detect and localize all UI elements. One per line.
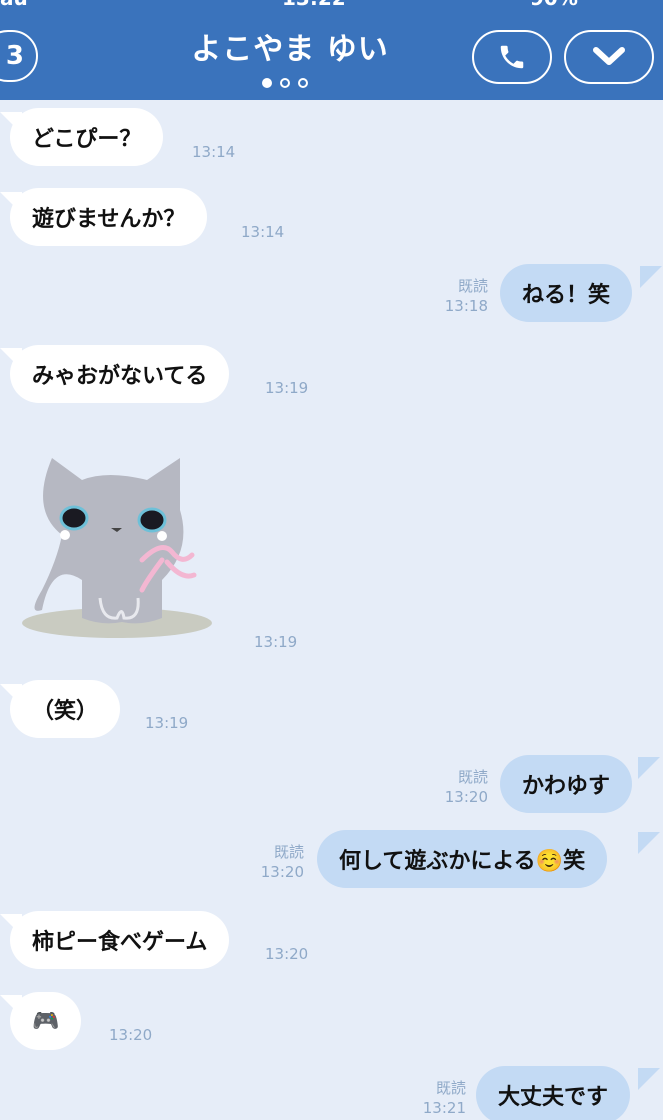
chat-header: au 13:22 90% 3 よこやま ゆい (0, 0, 663, 100)
chevron-down-icon (593, 47, 625, 65)
read-receipt: 既読 (435, 1079, 466, 1097)
message-time: 13:20 (265, 945, 309, 963)
incoming-message[interactable]: 遊びませんか？ (10, 188, 208, 246)
bubble-tail (640, 266, 662, 288)
status-time: 13:22 (282, 0, 346, 10)
battery-percent: 90% (530, 0, 578, 10)
read-receipt: 既読 (273, 843, 304, 861)
message-time: 13:19 (145, 714, 189, 732)
message-time: 13:20 (109, 1026, 153, 1044)
outgoing-message[interactable]: 何して遊ぶかによる☺️笑 (317, 830, 608, 888)
page-dot-active (262, 78, 272, 88)
bubble-tail (638, 832, 660, 854)
bubble-tail (638, 1068, 660, 1090)
bubble-tail (638, 757, 660, 779)
message-meta: 既読 13:18 (440, 276, 488, 316)
incoming-message[interactable]: 柿ピー食べゲーム (10, 911, 230, 969)
message-time: 13:19 (265, 379, 309, 397)
page-indicator (262, 78, 308, 90)
page-dot (298, 78, 308, 88)
message-time: 13:19 (254, 633, 298, 651)
message-meta: 既読 13:21 (418, 1078, 466, 1118)
crying-gray-cat-sticker[interactable] (22, 440, 222, 640)
carrier-label: au (0, 0, 28, 10)
message-meta: 既読 13:20 (256, 842, 304, 882)
message-meta: 既読 13:20 (440, 767, 488, 807)
message-time: 13:14 (192, 143, 236, 161)
outgoing-message[interactable]: かわゆす (500, 755, 633, 813)
incoming-message[interactable]: （笑） (10, 680, 121, 738)
message-time: 13:21 (422, 1099, 466, 1117)
message-time: 13:14 (241, 223, 285, 241)
phone-icon (500, 45, 524, 69)
message-time: 13:18 (444, 297, 488, 315)
outgoing-message[interactable]: ねる！笑 (500, 264, 633, 322)
message-time: 13:20 (444, 788, 488, 806)
read-receipt: 既読 (457, 768, 488, 786)
incoming-message[interactable]: みゃおがないてる (10, 345, 230, 403)
menu-toggle-button[interactable] (564, 30, 654, 84)
message-time: 13:20 (260, 863, 304, 881)
read-receipt: 既読 (457, 277, 488, 295)
incoming-message[interactable]: 🎮 (10, 992, 82, 1050)
status-bar: au 13:22 90% (0, 0, 663, 10)
outgoing-message[interactable]: 大丈夫です (476, 1066, 631, 1120)
page-dot (280, 78, 290, 88)
call-button[interactable] (472, 30, 552, 84)
incoming-message[interactable]: どこぴー？ (10, 108, 164, 166)
